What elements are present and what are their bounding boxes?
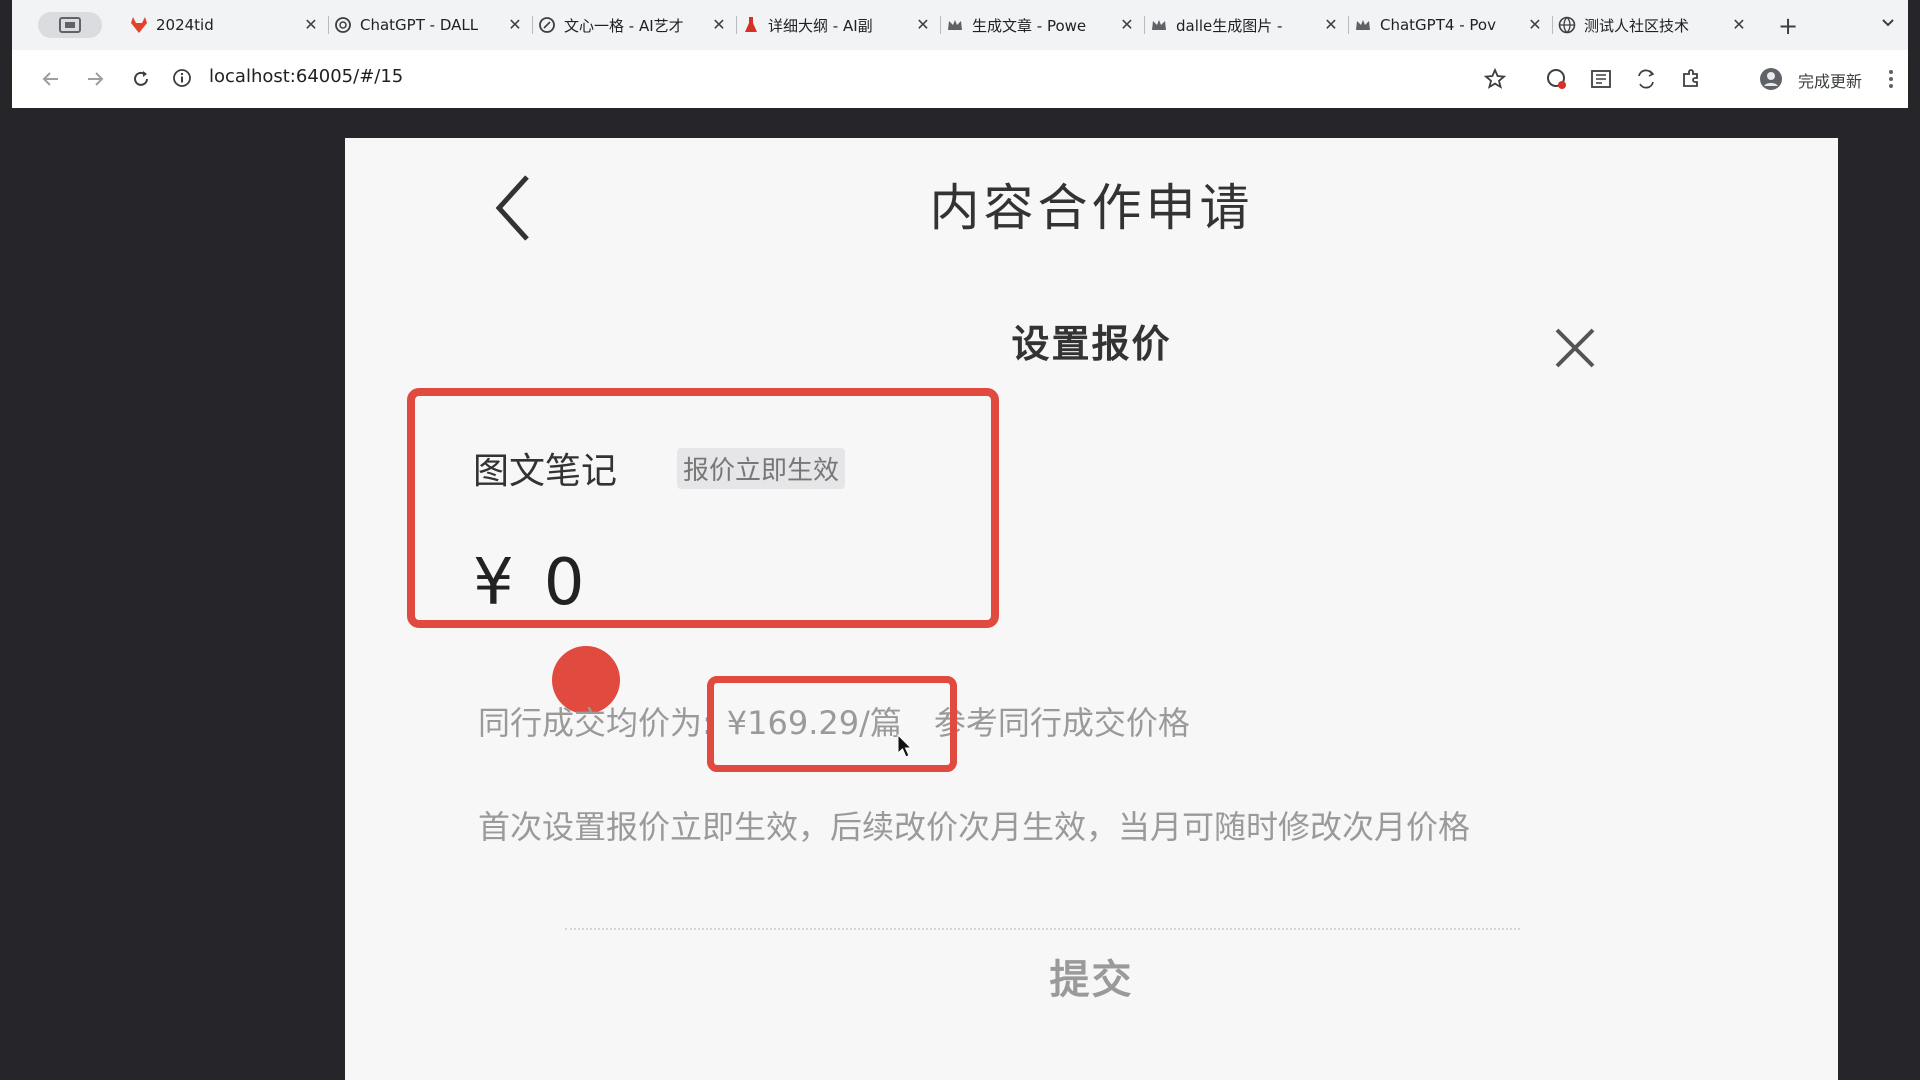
tab-search-button[interactable] (38, 12, 102, 38)
arrow-left-icon (42, 72, 58, 86)
mouse-pointer-icon (897, 733, 913, 762)
pricing-rule-text: 首次设置报价立即生效，后续改价次月生效，当月可随时修改次月价格 (478, 808, 1471, 846)
tab-search-icon (59, 17, 81, 33)
content-type-label: 图文笔记 (473, 451, 618, 492)
tab-strip: 2024tid ✕ ChatGPT - DALL ✕ 文心一格 - AI艺才 ✕ 详细大纲 … (12, 0, 1908, 50)
more-menu-icon[interactable] (1878, 66, 1904, 92)
browser-tab[interactable]: 生成文章 - Powe (946, 8, 1096, 42)
tab-label: 2024tid (156, 16, 214, 34)
arrow-right-icon (88, 72, 104, 86)
browser-window: 2024tid ✕ ChatGPT - DALL ✕ 文心一格 - AI艺才 ✕ 详细大纲 … (12, 0, 1908, 108)
submit-button[interactable]: 提交 (345, 946, 1838, 1006)
browser-tab[interactable]: ChatGPT - DALL (334, 8, 484, 42)
tab-separator (1144, 16, 1145, 34)
close-tab-icon[interactable]: ✕ (1526, 15, 1544, 34)
update-button-label[interactable]: 完成更新 (1798, 68, 1862, 92)
close-tab-icon[interactable]: ✕ (914, 15, 932, 34)
close-tab-icon[interactable]: ✕ (302, 15, 320, 34)
crown-icon (1354, 16, 1372, 34)
tab-separator (736, 16, 737, 34)
close-tab-icon[interactable]: ✕ (710, 15, 728, 34)
tab-separator (1552, 16, 1553, 34)
app-page: 内容合作申请 设置报价 图文笔记 报价立即生效 ¥0 同行成交均价为: ¥169.… (345, 138, 1838, 1080)
tab-label: dalle生成图片 - (1176, 16, 1283, 35)
gitlab-icon (130, 16, 148, 34)
browser-tab[interactable]: 测试人社区技术 (1558, 8, 1708, 42)
extension-icon[interactable] (1544, 66, 1570, 92)
tab-separator (532, 16, 533, 34)
page-header: 内容合作申请 (345, 138, 1838, 268)
forward-nav-button[interactable] (82, 66, 108, 92)
tab-label: ChatGPT4 - Pov (1380, 16, 1496, 34)
tab-separator (1348, 16, 1349, 34)
tab-list-button[interactable] (1880, 14, 1896, 34)
effective-badge: 报价立即生效 (677, 448, 846, 489)
site-info-icon[interactable] (172, 68, 192, 92)
tab-label: ChatGPT - DALL (360, 16, 479, 34)
chevron-down-icon (1882, 19, 1894, 27)
reader-extension-icon[interactable] (1588, 66, 1614, 92)
divider (565, 928, 1520, 930)
openai-icon (334, 16, 352, 34)
browser-tab[interactable]: 文心一格 - AI艺才 (538, 8, 688, 42)
crown-icon (1150, 16, 1168, 34)
tab-label: 测试人社区技术 (1584, 16, 1690, 35)
sheet-title: 设置报价 (1011, 322, 1172, 366)
translate-extension-icon[interactable] (1633, 66, 1659, 92)
close-tab-icon[interactable]: ✕ (1118, 15, 1136, 34)
browser-tab[interactable]: ChatGPT4 - Pov (1354, 8, 1504, 42)
reload-button[interactable] (128, 66, 154, 92)
back-nav-button[interactable] (38, 66, 64, 92)
page-title: 内容合作申请 (929, 179, 1254, 237)
reference-link[interactable]: 参考同行成交价格 (934, 704, 1190, 742)
close-sheet-button[interactable] (1545, 318, 1605, 378)
close-tab-icon[interactable]: ✕ (506, 15, 524, 34)
tab-label: 生成文章 - Powe (972, 16, 1087, 35)
browser-tab[interactable]: 详细大纲 - AI副 (742, 8, 892, 42)
bookmark-star-icon[interactable] (1482, 66, 1508, 92)
globe-icon (1558, 16, 1576, 34)
profile-avatar-icon[interactable] (1758, 66, 1784, 92)
close-tab-icon[interactable]: ✕ (1730, 15, 1748, 34)
browser-tab[interactable]: 2024tid (130, 8, 280, 42)
price-input[interactable]: ¥0 (473, 546, 586, 620)
tab-separator (940, 16, 941, 34)
price-value: 0 (543, 546, 587, 620)
average-price-highlight (707, 676, 957, 772)
new-tab-button[interactable]: + (1778, 12, 1798, 40)
tab-separator (328, 16, 329, 34)
tab-label: 详细大纲 - AI副 (768, 16, 873, 35)
reference-prefix: 同行成交均价为: (478, 704, 713, 742)
close-tab-icon[interactable]: ✕ (1322, 15, 1340, 34)
currency-symbol: ¥ (473, 546, 516, 620)
wenxin-icon (538, 16, 556, 34)
extensions-puzzle-icon[interactable] (1678, 66, 1704, 92)
crown-icon (946, 16, 964, 34)
url-field[interactable]: localhost:64005/#/15 (209, 66, 403, 87)
reload-icon (134, 71, 148, 86)
flask-icon (742, 16, 760, 34)
price-card[interactable]: 图文笔记 报价立即生效 ¥0 (407, 388, 999, 628)
close-icon (1555, 328, 1595, 368)
address-bar: localhost:64005/#/15 完成更新 (12, 50, 1908, 108)
tab-label: 文心一格 - AI艺才 (564, 16, 684, 35)
browser-tab[interactable]: dalle生成图片 - (1150, 8, 1300, 42)
